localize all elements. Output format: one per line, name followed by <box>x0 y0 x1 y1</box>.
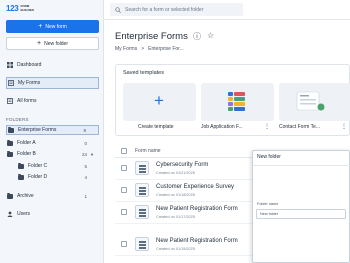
chevron-down-icon[interactable]: ▼ <box>90 152 94 157</box>
folder-enterprise-forms[interactable]: Enterprise Forms 8 <box>6 125 99 135</box>
form-title[interactable]: Customer Experience Survey <box>156 184 234 190</box>
logo-mark: 123 <box>6 4 19 13</box>
folder-icon <box>8 126 14 133</box>
app-logo[interactable]: 123 FORM BUILDER <box>6 4 34 13</box>
folder-d[interactable]: Folder D 4 <box>6 172 99 182</box>
sidebar-item-label: My Forms <box>18 80 41 86</box>
breadcrumb-current: Enterprise For... <box>148 46 184 52</box>
sidebar-item-dashboard[interactable]: Dashboard <box>6 59 99 71</box>
archive-label: Archive <box>17 193 34 199</box>
template-label: Contact Form Te... <box>279 124 321 130</box>
folders-heading: FOLDERS <box>6 117 29 122</box>
folder-label: Folder B <box>17 151 36 157</box>
row-checkbox[interactable] <box>121 209 127 215</box>
new-form-button[interactable]: + New form <box>6 20 99 33</box>
plus-icon: + <box>38 23 43 30</box>
folder-label: Folder A <box>17 140 36 146</box>
folder-label: Enterprise Forms <box>18 127 57 133</box>
folder-name-input[interactable]: New folder <box>256 209 346 219</box>
form-created-date: Created on 01/17/2025 <box>156 215 195 219</box>
archive-count: 1 <box>84 193 87 199</box>
folder-icon <box>18 162 24 169</box>
form-created-date: Created on 01/15/2025 <box>156 247 195 251</box>
template-card-job-application[interactable] <box>201 83 274 121</box>
form-icon <box>135 205 149 219</box>
panel-divider <box>253 165 350 166</box>
folder-label: Folder C <box>28 163 48 169</box>
sidebar-item-my-forms[interactable]: My Forms <box>6 77 99 89</box>
folder-count: 5 <box>84 163 87 169</box>
folder-icon <box>7 139 13 146</box>
folder-name-label: Folder name <box>257 202 279 206</box>
column-header-form-name[interactable]: Form name <box>135 148 161 154</box>
template-label: Job Application F... <box>201 124 243 130</box>
plus-icon: + <box>154 91 164 110</box>
form-icon <box>135 183 149 197</box>
sidebar-item-label: Users <box>17 211 31 217</box>
folder-b[interactable]: Folder B 24 ▼ <box>6 149 99 159</box>
more-options-icon[interactable]: ⋮ <box>264 123 270 130</box>
form-title[interactable]: New Patient Registration Form <box>156 238 238 244</box>
folder-c[interactable]: Folder C 5 <box>6 161 99 171</box>
panel-title: New folder <box>257 154 281 160</box>
users-icon <box>7 211 13 217</box>
my-forms-icon <box>8 80 14 86</box>
more-options-icon[interactable]: ⋮ <box>341 123 347 130</box>
sidebar-item-users[interactable]: Users <box>6 208 99 220</box>
folder-count: 8 <box>83 127 86 133</box>
star-icon[interactable]: ☆ <box>207 31 214 42</box>
logo-text: FORM BUILDER <box>20 4 34 12</box>
sidebar-item-label: All forms <box>17 98 37 104</box>
folder-archive[interactable]: Archive 1 <box>6 191 99 201</box>
new-folder-label: New folder <box>44 40 68 47</box>
dashboard-icon <box>7 62 13 68</box>
template-card-contact-form[interactable] <box>279 83 350 121</box>
form-title[interactable]: Cybersecurity Form <box>156 162 208 168</box>
form-created-date: Created on 01/21/2025 <box>156 171 195 175</box>
breadcrumb-my-forms[interactable]: My Forms <box>115 46 137 52</box>
search-placeholder: Search for a form or selected folder <box>125 6 204 13</box>
breadcrumb-separator: > <box>141 46 145 52</box>
template-label: Create template <box>138 124 174 130</box>
folder-count: 0 <box>84 140 87 146</box>
row-checkbox[interactable] <box>121 187 127 193</box>
all-forms-icon <box>7 98 13 104</box>
new-form-label: New form <box>45 23 67 30</box>
archive-icon <box>7 192 13 199</box>
logo-text-line2: BUILDER <box>20 7 34 12</box>
folder-label: Folder D <box>28 174 48 180</box>
contact-form-template-icon <box>296 91 325 111</box>
form-created-date: Created on 01/18/2025 <box>156 193 195 197</box>
folder-icon <box>7 150 13 157</box>
row-checkbox[interactable] <box>121 165 127 171</box>
form-title[interactable]: New Patient Registration Form <box>156 206 238 212</box>
info-icon[interactable]: ⓘ <box>193 31 201 42</box>
breadcrumb: My Forms > Enterprise For... <box>115 46 184 52</box>
create-template-card[interactable]: + <box>123 83 196 121</box>
job-application-template-icon <box>228 92 245 111</box>
topbar: Search for a form or selected folder <box>104 0 350 20</box>
new-folder-panel: New folder <box>252 150 350 263</box>
saved-templates-panel: Saved templates + Create template Job Ap… <box>115 64 350 136</box>
title-actions: ⓘ ☆ <box>193 31 214 42</box>
sidebar-item-all-forms[interactable]: All forms <box>6 95 99 107</box>
search-icon <box>115 6 121 13</box>
form-icon <box>135 237 149 251</box>
plus-icon: + <box>37 40 42 47</box>
form-icon <box>135 161 149 175</box>
sidebar: 123 FORM BUILDER + New form + New folder… <box>0 0 104 263</box>
page-title: Enterprise Forms <box>115 31 188 42</box>
folder-icon <box>18 173 24 180</box>
select-all-checkbox[interactable] <box>121 148 127 154</box>
folder-name-value: New folder <box>260 212 279 216</box>
saved-templates-title: Saved templates <box>123 70 164 76</box>
folder-count: 4 <box>84 174 87 180</box>
row-checkbox[interactable] <box>121 241 127 247</box>
folder-a[interactable]: Folder A 0 <box>6 138 99 148</box>
sidebar-item-label: Dashboard <box>17 62 42 68</box>
search-input[interactable]: Search for a form or selected folder <box>110 3 243 16</box>
new-folder-button[interactable]: + New folder <box>6 37 99 50</box>
folder-count: 24 <box>81 151 87 157</box>
